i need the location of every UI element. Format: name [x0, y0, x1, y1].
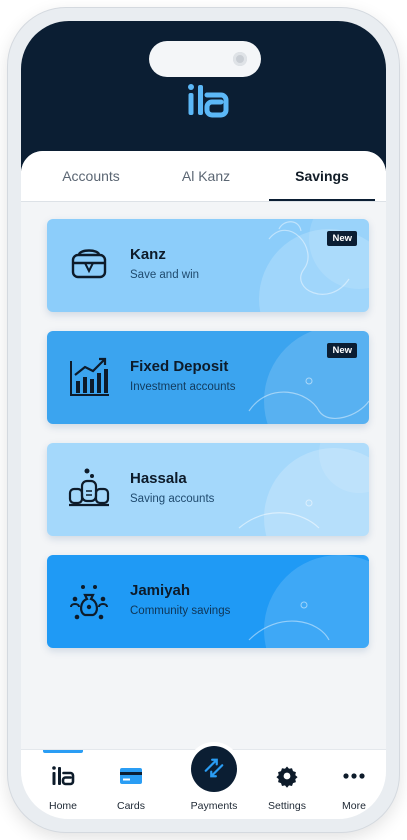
nav-payments[interactable]: Payments — [184, 746, 244, 819]
card-title: Kanz — [130, 246, 166, 263]
transfer-arrows-icon — [204, 758, 224, 778]
tab-bar: Accounts Al Kanz Savings — [21, 151, 386, 202]
screen: ila Accounts Al Kanz Savings — [0, 0, 407, 840]
ila-logo-icon — [188, 84, 229, 118]
growth-chart-icon — [70, 357, 109, 396]
nav-label: Payments — [190, 800, 238, 812]
gear-icon — [276, 766, 298, 788]
nav-more[interactable]: More — [324, 750, 384, 819]
active-tab-indicator — [269, 199, 375, 201]
tab-al-kanz[interactable]: Al Kanz — [156, 151, 256, 202]
savings-card-hassala[interactable]: Hassala Saving accounts — [47, 443, 369, 536]
savings-card-kanz[interactable]: Kanz Save and win New — [47, 219, 369, 312]
card-decoration — [238, 443, 369, 536]
card-subtitle: Saving accounts — [130, 493, 215, 505]
phone-frame: ila Accounts Al Kanz Savings — [8, 8, 399, 832]
nav-label: More — [342, 800, 366, 812]
card-subtitle: Save and win — [130, 269, 200, 281]
savings-card-fixed-deposit[interactable]: Fixed Deposit Investment accounts New — [47, 331, 369, 424]
dynamic-island — [149, 41, 261, 77]
app-header: ila — [21, 21, 386, 171]
more-dots-icon — [343, 773, 365, 779]
main-content: Accounts Al Kanz Savings Kanz Save and w… — [21, 151, 386, 761]
bottom-navigation: Home Cards Payments Settings More — [21, 746, 386, 819]
card-decoration — [248, 555, 369, 648]
nav-label: Home — [48, 800, 77, 812]
card-subtitle: Investment accounts — [130, 381, 236, 393]
nav-home[interactable]: Home — [33, 750, 93, 819]
active-nav-indicator — [43, 750, 83, 753]
nav-cards[interactable]: Cards — [101, 750, 161, 819]
coin-jars-icon — [68, 468, 110, 507]
card-title: Fixed Deposit — [130, 358, 229, 375]
tab-savings[interactable]: Savings — [269, 151, 375, 202]
new-badge: New — [327, 343, 357, 358]
card-title: Jamiyah — [130, 582, 191, 599]
ila-logo-icon — [52, 766, 75, 786]
card-subtitle: Community savings — [130, 605, 231, 617]
card-icon — [120, 768, 142, 784]
treasure-chest-icon — [71, 249, 107, 279]
nav-label: Cards — [116, 800, 145, 812]
camera-icon — [233, 52, 247, 66]
tab-accounts[interactable]: Accounts — [36, 151, 146, 202]
phone-screen: ila Accounts Al Kanz Savings — [21, 21, 386, 819]
money-bag-group-icon — [70, 585, 108, 620]
nav-label: Settings — [268, 800, 306, 812]
nav-settings[interactable]: Settings — [257, 750, 317, 819]
savings-card-jamiyah[interactable]: Jamiyah Community savings — [47, 555, 369, 648]
new-badge: New — [327, 231, 357, 246]
card-title: Hassala — [130, 470, 187, 487]
